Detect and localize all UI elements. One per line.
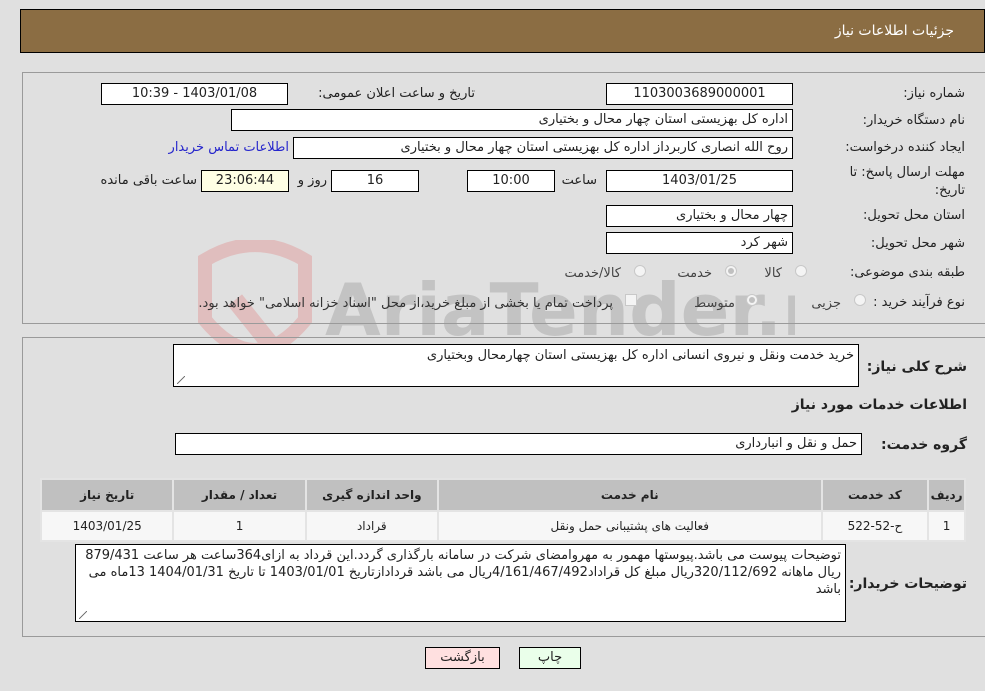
process-radio-minor[interactable]	[854, 294, 866, 306]
remaining-label: ساعت باقی مانده	[100, 173, 197, 188]
days-label: روز و	[297, 173, 327, 188]
buyer-notes-text: توضیحات پیوست می باشد.پیوستها مهمور به م…	[85, 548, 841, 597]
cell-unit: قراداد	[304, 510, 439, 542]
table-row: 1 ح-52-522 فعالیت های پشتیبانی حمل ونقل …	[39, 510, 966, 542]
announce-field: 1403/01/08 - 10:39	[101, 83, 288, 105]
resize-grip-icon[interactable]	[177, 376, 185, 384]
treasury-payment-checkbox[interactable]	[625, 294, 637, 306]
buyer-notes-label: توضیحات خریدار:	[848, 576, 967, 592]
need-number-label: شماره نیاز:	[903, 86, 965, 101]
cell-quantity: 1	[172, 510, 307, 542]
process-option-medium: متوسط	[694, 296, 735, 311]
col-need-date: تاریخ نیاز	[39, 478, 175, 512]
resize-grip-icon[interactable]	[79, 611, 87, 619]
buyer-notes-field: توضیحات پیوست می باشد.پیوستها مهمور به م…	[75, 544, 846, 622]
cell-row-number: 1	[927, 510, 966, 542]
province-label: استان محل تحویل:	[863, 208, 965, 223]
services-heading: اطلاعات خدمات مورد نیاز	[791, 397, 967, 413]
col-unit: واحد اندازه گیری	[304, 478, 439, 512]
process-option-minor: جزیی	[811, 296, 841, 311]
category-radio-goods[interactable]	[795, 265, 807, 277]
category-radio-service[interactable]	[725, 265, 737, 277]
col-service-code: کد خدمت	[820, 478, 930, 512]
city-field: شهر کرد	[606, 232, 793, 254]
province-field: چهار محال و بختیاری	[606, 205, 793, 227]
deadline-time-label: ساعت	[561, 173, 597, 188]
category-option-goods: کالا	[764, 266, 782, 281]
need-number-field: 1103003689000001	[606, 83, 793, 105]
deadline-date-field: 1403/01/25	[606, 170, 793, 192]
col-row-number: ردیف	[927, 478, 966, 512]
services-table: ردیف کد خدمت نام خدمت واحد اندازه گیری ت…	[39, 478, 966, 542]
col-service-name: نام خدمت	[436, 478, 823, 512]
treasury-payment-note: پرداخت تمام یا بخشی از مبلغ خرید،از محل …	[198, 296, 613, 311]
category-option-service: خدمت	[677, 266, 712, 281]
announce-label: تاریخ و ساعت اعلان عمومی:	[318, 86, 475, 101]
description-text: خرید خدمت ونقل و نیروی انسانی اداره کل ب…	[426, 348, 854, 363]
category-option-goods-service: کالا/خدمت	[564, 266, 621, 281]
service-group-label: گروه خدمت:	[881, 437, 967, 453]
service-group-field: حمل و نقل و انبارداری	[175, 433, 862, 455]
print-button[interactable]: چاپ	[519, 647, 581, 669]
category-label: طبقه بندی موضوعی:	[849, 265, 965, 280]
creator-field: روح الله انصاری کاربرداز اداره کل بهزیست…	[293, 137, 793, 159]
city-label: شهر محل تحویل:	[870, 236, 965, 251]
time-remaining-field: 23:06:44	[201, 170, 289, 192]
description-label: شرح کلی نیاز:	[866, 359, 967, 375]
cell-service-name: فعالیت های پشتیبانی حمل ونقل	[436, 510, 823, 542]
buyer-org-label: نام دستگاه خریدار:	[862, 113, 965, 128]
back-button[interactable]: بازگشت	[425, 647, 500, 669]
deadline-time-field: 10:00	[467, 170, 555, 192]
creator-label: ایجاد کننده درخواست:	[845, 140, 965, 155]
cell-need-date: 1403/01/25	[39, 510, 175, 542]
buyer-org-field: اداره کل بهزیستی استان چهار محال و بختیا…	[231, 109, 793, 131]
col-quantity: تعداد / مقدار	[172, 478, 307, 512]
page-header: جزئيات اطلاعات نياز	[20, 9, 985, 53]
description-field: خرید خدمت ونقل و نیروی انسانی اداره کل ب…	[173, 344, 859, 387]
category-radio-goods-service[interactable]	[634, 265, 646, 277]
buyer-contact-link[interactable]: اطلاعات تماس خریدار	[169, 140, 289, 155]
process-label: نوع فرآیند خرید :	[873, 295, 965, 310]
cell-service-code: ح-52-522	[820, 510, 930, 542]
deadline-label: مهلت ارسال پاسخ: تا تاریخ:	[849, 165, 965, 198]
table-header-row: ردیف کد خدمت نام خدمت واحد اندازه گیری ت…	[39, 478, 966, 512]
days-remaining-field: 16	[331, 170, 419, 192]
process-radio-medium[interactable]	[746, 294, 758, 306]
page-title: جزئيات اطلاعات نياز	[834, 23, 954, 39]
